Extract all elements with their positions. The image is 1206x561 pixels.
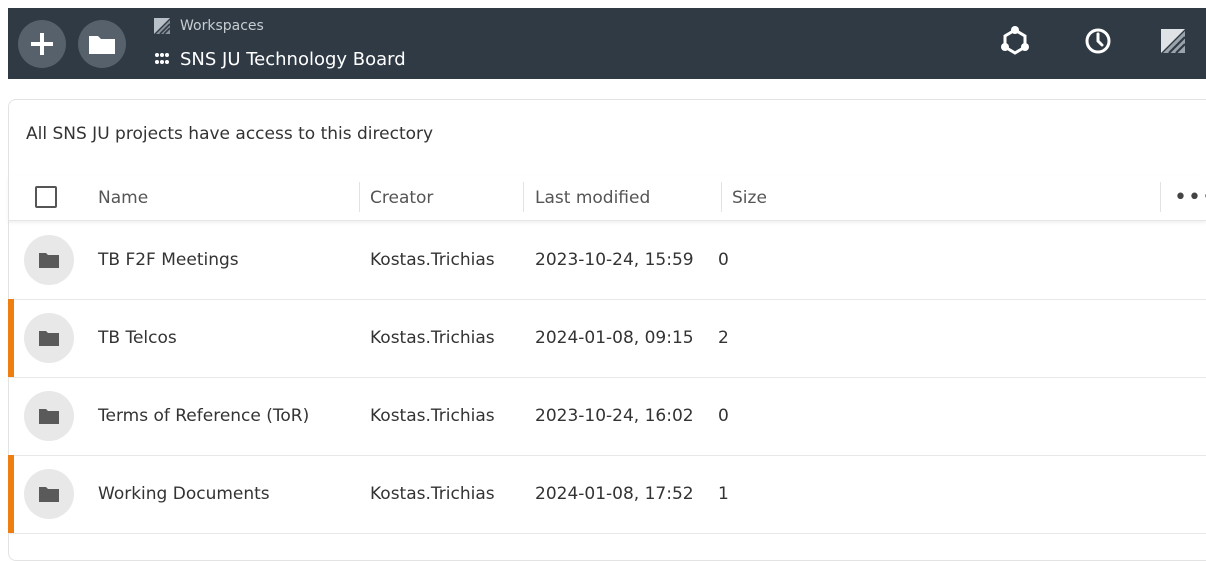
highlight-bar bbox=[8, 299, 14, 377]
row-size: 1 bbox=[718, 484, 729, 504]
clock-icon bbox=[1085, 28, 1111, 54]
grid-icon bbox=[155, 53, 169, 64]
table-row[interactable]: TB F2F Meetings Kostas.Trichias 2023-10-… bbox=[8, 221, 1206, 300]
folder-icon bbox=[89, 36, 115, 54]
board-title: SNS JU Technology Board bbox=[180, 48, 406, 70]
logo-button[interactable] bbox=[1157, 25, 1189, 57]
highlight-bar bbox=[8, 455, 14, 533]
more-options-button[interactable]: ••• bbox=[1174, 185, 1206, 210]
row-creator: Kostas.Trichias bbox=[370, 250, 495, 270]
row-size: 0 bbox=[718, 406, 729, 426]
folder-icon bbox=[39, 331, 59, 346]
table-row[interactable]: Working Documents Kostas.Trichias 2024-0… bbox=[8, 455, 1206, 534]
folder-icon bbox=[39, 409, 59, 424]
community-button[interactable] bbox=[999, 25, 1031, 57]
select-all-checkbox[interactable] bbox=[35, 186, 57, 208]
column-size[interactable]: Size bbox=[732, 176, 767, 220]
row-name[interactable]: Working Documents bbox=[98, 455, 270, 533]
row-name[interactable]: TB Telcos bbox=[98, 299, 177, 377]
column-divider[interactable] bbox=[359, 182, 360, 212]
column-divider[interactable] bbox=[1160, 182, 1161, 212]
row-name[interactable]: Terms of Reference (ToR) bbox=[98, 377, 309, 455]
breadcrumb-label: Workspaces bbox=[180, 18, 264, 34]
row-modified: 2023-10-24, 15:59 bbox=[535, 250, 694, 270]
column-creator[interactable]: Creator bbox=[370, 176, 433, 220]
breadcrumb-workspaces[interactable]: Workspaces bbox=[154, 17, 264, 35]
row-modified: 2023-10-24, 16:02 bbox=[535, 406, 694, 426]
folder-icon-circle bbox=[24, 469, 74, 519]
folder-icon-circle bbox=[24, 235, 74, 285]
page-title: SNS JU Technology Board bbox=[154, 47, 406, 71]
add-button[interactable] bbox=[18, 20, 66, 68]
row-creator: Kostas.Trichias bbox=[370, 328, 495, 348]
top-bar: Workspaces SNS JU Technology Board bbox=[8, 8, 1206, 79]
logo-icon bbox=[154, 18, 170, 34]
column-divider[interactable] bbox=[721, 182, 722, 212]
row-creator: Kostas.Trichias bbox=[370, 484, 495, 504]
access-info: All SNS JU projects have access to this … bbox=[26, 124, 434, 144]
folder-button[interactable] bbox=[78, 20, 126, 68]
row-size: 2 bbox=[718, 328, 729, 348]
row-name[interactable]: TB F2F Meetings bbox=[98, 221, 239, 299]
folder-icon bbox=[39, 487, 59, 502]
table-row[interactable]: Terms of Reference (ToR) Kostas.Trichias… bbox=[8, 377, 1206, 456]
column-last-modified[interactable]: Last modified bbox=[535, 176, 650, 220]
history-button[interactable] bbox=[1082, 25, 1114, 57]
community-icon bbox=[1001, 26, 1029, 55]
row-modified: 2024-01-08, 09:15 bbox=[535, 328, 694, 348]
row-modified: 2024-01-08, 17:52 bbox=[535, 484, 694, 504]
table-header: Name Creator Last modified Size ••• bbox=[8, 176, 1206, 221]
row-creator: Kostas.Trichias bbox=[370, 406, 495, 426]
folder-icon-circle bbox=[24, 313, 74, 363]
column-name[interactable]: Name bbox=[98, 176, 148, 220]
plus-icon bbox=[31, 33, 53, 55]
logo-icon bbox=[1161, 29, 1186, 54]
folder-icon-circle bbox=[24, 391, 74, 441]
table-row[interactable]: TB Telcos Kostas.Trichias 2024-01-08, 09… bbox=[8, 299, 1206, 378]
column-divider[interactable] bbox=[523, 182, 524, 212]
folder-icon bbox=[39, 253, 59, 268]
row-size: 0 bbox=[718, 250, 729, 270]
